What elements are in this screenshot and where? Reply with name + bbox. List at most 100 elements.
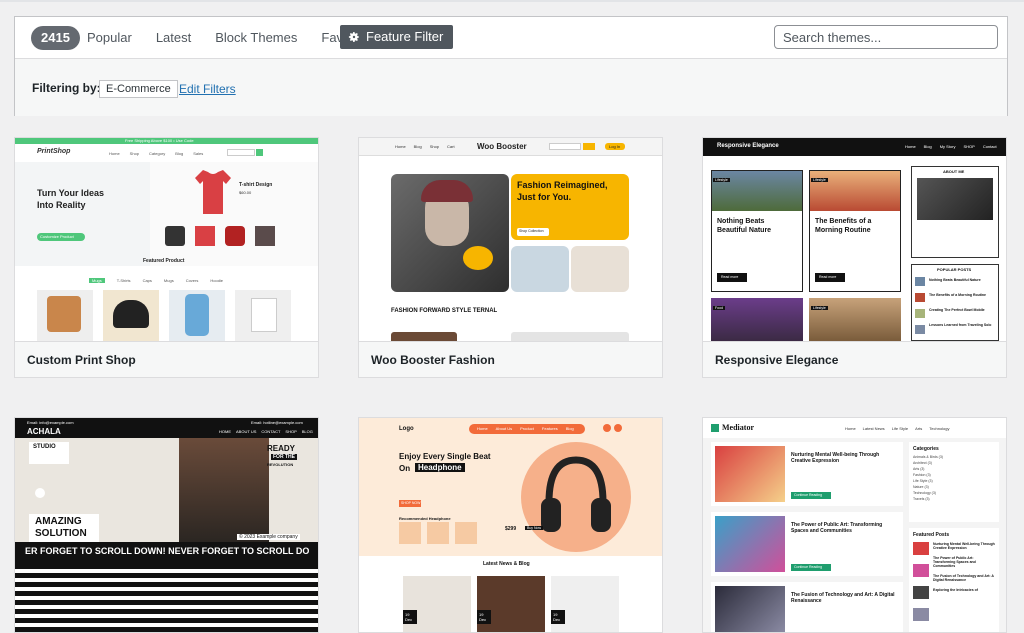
preview-read-more-label: Read more xyxy=(819,275,837,279)
preview-thumb xyxy=(225,226,245,246)
preview-news-heading: Latest News & Blog xyxy=(483,561,530,567)
theme-card[interactable]: Email: info@example.com Email: hotline@e… xyxy=(14,417,319,633)
preview-logo: Logo xyxy=(399,426,414,432)
theme-filter-panel: 2415 Popular Latest Block Themes Favorit… xyxy=(14,16,1008,116)
preview-email: Email: hotline@example.com xyxy=(251,420,303,425)
preview-category: Fashion (3) xyxy=(913,473,931,477)
preview-email: Email: info@example.com xyxy=(27,420,74,425)
active-filter-tag: E-Commerce xyxy=(99,80,178,98)
preview-post-image xyxy=(715,446,785,502)
preview-user-icon xyxy=(614,424,622,432)
preview-filter-tab: Caps xyxy=(142,278,152,283)
preview-popular-list: Nothing Beats Beautiful Nature The Benef… xyxy=(929,278,995,327)
preview-search-box xyxy=(227,149,255,156)
filter-bar: 2415 Popular Latest Block Themes Favorit… xyxy=(15,17,1007,59)
theme-card[interactable]: Mediator Home Latest News Life Style Art… xyxy=(702,417,1007,633)
preview-categories-heading: Categories xyxy=(913,446,939,452)
preview-continue-label: Continue Reading xyxy=(794,493,823,497)
preview-category: Arts (3) xyxy=(913,467,925,471)
preview-bottom-strip xyxy=(511,332,629,341)
preview-nav: Home Shop Category Blog Sales xyxy=(109,151,203,156)
preview-featured-list: Nurturing Mental Well-being Through Crea… xyxy=(933,542,995,592)
preview-beanie xyxy=(421,180,473,202)
preview-post-image xyxy=(810,171,900,211)
preview-filter-tab: Covers xyxy=(185,278,199,283)
preview-featured-thumb xyxy=(913,608,929,621)
preview-nav: Home Latest News Life Style Arts Technol… xyxy=(845,426,950,431)
preview-post-title: Beautiful Nature xyxy=(717,227,772,234)
preview-hero-highlight: Headphone xyxy=(415,463,465,472)
preview-featured-item: Exploring the Intricacies of xyxy=(933,588,978,592)
headphone-icon xyxy=(541,456,611,532)
preview-news-date: 19 Dec xyxy=(477,610,491,624)
preview-rec-label: Recommended Headphone xyxy=(399,516,451,521)
theme-card[interactable]: Logo Home About Us Product Features Blog… xyxy=(358,417,663,633)
preview-nav-item: Home xyxy=(845,426,856,431)
preview-nav-item: SHOP xyxy=(285,429,297,434)
theme-screenshot: Email: info@example.com Email: hotline@e… xyxy=(15,418,318,632)
theme-card[interactable]: Responsive Elegance Home Blog My Story S… xyxy=(702,137,1007,378)
preview-search-btn xyxy=(583,143,595,150)
preview-nav-item: ABOUT US xyxy=(236,429,257,434)
preview-search-btn xyxy=(256,149,263,156)
preview-post-image xyxy=(712,171,802,211)
theme-card[interactable]: Home Blog Shop Cart Woo Booster Log In F… xyxy=(358,137,663,378)
preview-stripes xyxy=(15,564,318,632)
preview-logo: Responsive Elegance xyxy=(717,143,779,149)
preview-nav-item: Contact xyxy=(982,144,997,149)
preview-hero-button-label: SHOP NOW xyxy=(401,501,421,505)
preview-nav: HOME ABOUT US CONTACT SHOP BLOG xyxy=(219,429,313,434)
preview-nav-item: Category xyxy=(149,151,166,156)
preview-nav-item: About Us xyxy=(495,426,513,431)
preview-popular-heading: POPULAR POSTS xyxy=(937,267,972,272)
feature-filter-button[interactable]: Feature Filter xyxy=(340,25,454,49)
preview-amazing: AMAZING xyxy=(35,516,82,527)
preview-nav-item: Blog xyxy=(413,144,422,149)
preview-hero-left xyxy=(15,162,150,266)
preview-featured-item: The Power of Public Art: Transforming Sp… xyxy=(933,556,976,568)
theme-screenshot: Mediator Home Latest News Life Style Art… xyxy=(703,418,1006,632)
preview-nav-item: Cart xyxy=(447,144,455,149)
preview-nav-item: Sales xyxy=(193,151,204,156)
preview-post-title: The Fusion of Technology and Art: A Digi… xyxy=(791,592,895,604)
preview-search-box xyxy=(549,143,581,150)
preview-featured-item: The Fusion of Technology and Art: A Digi… xyxy=(933,574,994,582)
theme-name: Custom Print Shop xyxy=(15,341,318,377)
preview-rec-thumb xyxy=(455,522,477,544)
preview-nav-item: Technology xyxy=(929,426,950,431)
preview-logo-mark xyxy=(711,424,719,432)
preview-read-more-label: Read more xyxy=(721,275,739,279)
preview-featured-item: Nurturing Mental Well-being Through Crea… xyxy=(933,542,995,550)
preview-badge xyxy=(463,246,493,270)
preview-nav-item: Life Style xyxy=(891,426,909,431)
preview-popular-thumb xyxy=(915,309,925,318)
preview-filter-tab: Hoodie xyxy=(210,278,224,283)
preview-featured-thumb xyxy=(913,542,929,555)
preview-nav: Home Blog My Story SHOP Contact xyxy=(905,144,997,149)
feature-filter-label: Feature Filter xyxy=(366,29,444,44)
preview-logo: Woo Booster xyxy=(477,142,527,151)
tab-popular[interactable]: Popular xyxy=(75,17,144,59)
preview-filter-tabs: Mugs T-Shirts Caps Mugs Covers Hoodie xyxy=(89,278,223,283)
preview-bottom-strip xyxy=(391,332,457,341)
preview-nav-item: CONTACT xyxy=(261,429,281,434)
tab-block-themes[interactable]: Block Themes xyxy=(203,17,309,59)
theme-card[interactable]: Free Shipping Above $100 • Use Code Prin… xyxy=(14,137,319,378)
preview-post-tag: Food xyxy=(713,306,725,310)
edit-filters-link[interactable]: Edit Filters xyxy=(179,82,236,96)
tab-latest[interactable]: Latest xyxy=(144,17,203,59)
preview-news-date: 19 Dec xyxy=(551,610,565,624)
preview-circle xyxy=(35,488,45,498)
preview-nav-item: My Story xyxy=(939,144,956,149)
active-filters-row: Filtering by: E-Commerce Edit Filters xyxy=(15,59,1007,116)
preview-bottom-image xyxy=(711,298,803,341)
preview-nav-item: Home xyxy=(395,144,406,149)
preview-hero-title: Enjoy Every Single Beat xyxy=(399,452,491,461)
search-themes-input[interactable] xyxy=(774,25,998,49)
preview-thumb xyxy=(195,226,215,246)
preview-nav-item: Arts xyxy=(915,426,923,431)
preview-hero-title: Fashion Reimagined, xyxy=(517,180,608,190)
preview-categories-list: Animals & Birds (3) Architect (3) Arts (… xyxy=(913,455,943,501)
preview-logo: Mediator xyxy=(722,423,754,432)
preview-continue-label: Continue Reading xyxy=(794,565,823,569)
